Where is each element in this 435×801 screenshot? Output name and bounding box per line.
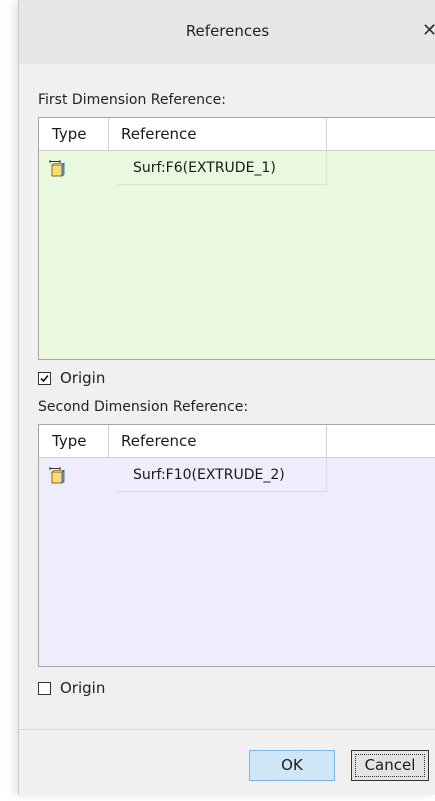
column-divider — [326, 118, 327, 150]
focus-indicator — [355, 754, 425, 777]
table-row[interactable]: Surf:F6(EXTRUDE_1) — [39, 151, 435, 185]
reference-cell[interactable]: Surf:F6(EXTRUDE_1) — [117, 151, 327, 185]
first-reference-label: First Dimension Reference: — [38, 92, 226, 108]
column-header-reference[interactable]: Reference — [121, 425, 197, 457]
second-reference-label: Second Dimension Reference: — [38, 399, 249, 415]
column-divider — [108, 425, 109, 457]
second-origin-option[interactable]: Origin — [38, 678, 105, 698]
column-divider — [108, 118, 109, 150]
table-header: Type Reference — [39, 425, 435, 458]
ok-button[interactable]: OK — [249, 750, 335, 781]
surface-reference-icon — [49, 158, 66, 178]
reference-cell[interactable]: Surf:F10(EXTRUDE_2) — [117, 458, 327, 492]
second-origin-label: Origin — [60, 679, 106, 697]
title-bar[interactable]: References ✕ — [19, 0, 435, 64]
cancel-button[interactable]: Cancel — [351, 750, 429, 781]
first-origin-option[interactable]: Origin — [38, 368, 105, 388]
column-header-type[interactable]: Type — [52, 425, 86, 457]
column-divider — [326, 425, 327, 457]
column-header-type[interactable]: Type — [52, 118, 86, 150]
surface-reference-icon — [49, 465, 66, 485]
first-origin-label: Origin — [60, 369, 106, 387]
first-origin-checkbox[interactable] — [38, 371, 51, 385]
column-header-reference[interactable]: Reference — [121, 118, 197, 150]
second-origin-checkbox[interactable] — [38, 681, 51, 695]
close-icon[interactable]: ✕ — [422, 20, 435, 41]
first-reference-table[interactable]: Type Reference Surf:F6(EXTRUDE_1) — [38, 117, 435, 360]
dialog-title: References — [185, 22, 270, 40]
table-header: Type Reference — [39, 118, 435, 151]
second-reference-table[interactable]: Type Reference Surf:F10(EXTRUDE_2) — [38, 424, 435, 667]
footer-divider — [19, 729, 435, 730]
references-dialog: References ✕ First Dimension Reference: … — [18, 0, 435, 795]
table-row[interactable]: Surf:F10(EXTRUDE_2) — [39, 458, 435, 492]
